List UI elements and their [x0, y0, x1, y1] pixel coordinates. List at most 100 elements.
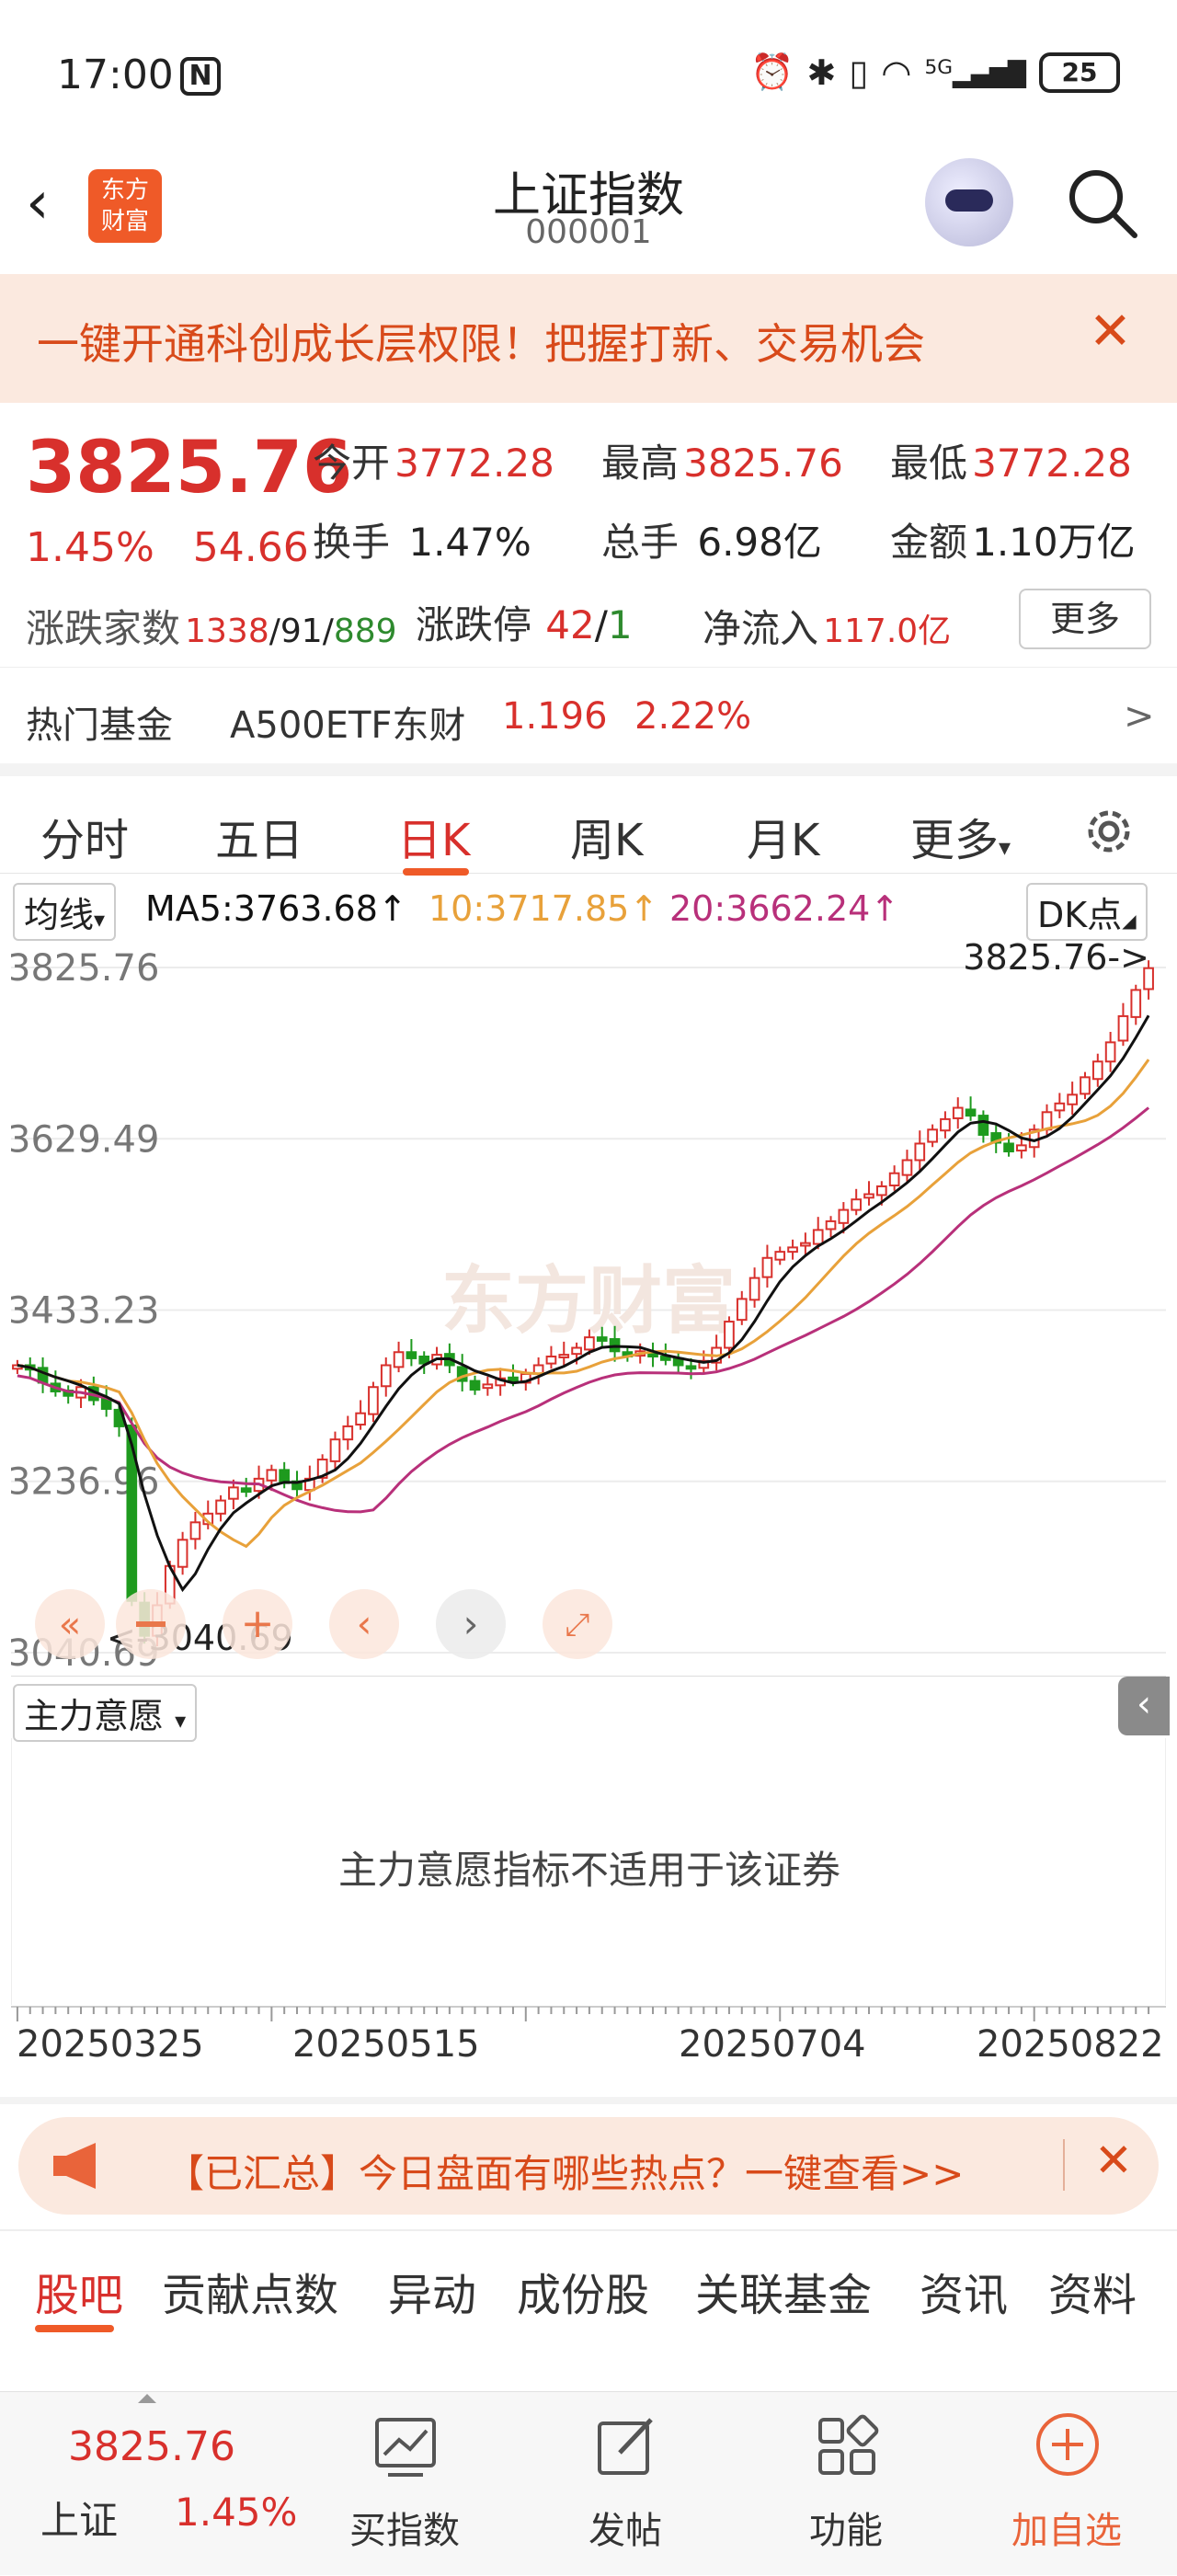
expand-icon: ⤢	[565, 1607, 589, 1643]
limit-label: 涨跌停	[416, 602, 532, 647]
tab-daily-k[interactable]: 日K	[397, 804, 470, 868]
candle	[927, 1128, 938, 1143]
candle	[508, 1376, 519, 1382]
quote-mini[interactable]: 3825.76 上证 1.45%	[37, 2392, 331, 2576]
zoom-out-button[interactable]	[116, 1589, 186, 1659]
tab-monthly-k[interactable]: 月K	[747, 804, 819, 868]
post-button[interactable]: 发帖	[552, 2392, 699, 2576]
mini-pct: 1.45%	[175, 2490, 298, 2535]
candle	[838, 1208, 850, 1224]
indicator-select[interactable]: 主力意愿 ▾	[13, 1684, 198, 1742]
zoom-in-button[interactable]: +	[223, 1589, 292, 1659]
tab-news[interactable]: 资讯	[920, 2259, 1008, 2323]
candle	[1130, 989, 1142, 1018]
y-tick-label: 3433.23	[11, 1289, 159, 1332]
tab-constituents[interactable]: 成份股	[517, 2259, 649, 2323]
tab-profile[interactable]: 资料	[1048, 2259, 1137, 2323]
candle	[406, 1351, 417, 1359]
candle	[1117, 1014, 1129, 1042]
y-tick-label: 3629.49	[11, 1118, 159, 1161]
tab-five-day[interactable]: 五日	[215, 804, 303, 868]
close-icon[interactable]: ✕	[1094, 2134, 1133, 2187]
minus-icon	[136, 1621, 166, 1627]
candle	[558, 1354, 570, 1358]
kline-chart[interactable]: 东方财富 3825.763629.493433.233236.963040.69…	[11, 940, 1166, 1676]
logo-text-bottom: 财富	[100, 208, 149, 235]
buy-index-button[interactable]: 买指数	[331, 2392, 478, 2576]
candle	[355, 1412, 366, 1426]
hot-fund-row[interactable]: 热门基金 A500ETF东财 1.196 2.22% >	[0, 667, 1177, 762]
assistant-robot-icon[interactable]	[925, 158, 1013, 246]
divider	[1063, 2139, 1065, 2191]
fullscreen-button[interactable]: ⤢	[543, 1589, 612, 1659]
candle	[189, 1521, 201, 1540]
down-count: 889	[333, 613, 397, 650]
plus-icon: +	[241, 1600, 275, 1647]
fund-price: 1.196	[502, 695, 608, 738]
caret-down-icon: ▾	[175, 1708, 187, 1734]
low-value: 3772.28	[972, 441, 1132, 486]
buy-index-label: 买指数	[349, 2510, 460, 2552]
low-row: 最低 3772.28	[890, 432, 1132, 488]
candle	[875, 1185, 887, 1196]
date-axis: 20250325 20250515 20250704 20250822	[0, 2005, 1177, 2097]
change-value: 54.66	[192, 524, 309, 571]
megaphone-icon	[53, 2143, 96, 2189]
low-label: 最低	[890, 441, 968, 486]
candle	[240, 1487, 252, 1494]
add-watchlist-button[interactable]: 加自选	[993, 2392, 1140, 2576]
tab-forum[interactable]: 股吧	[35, 2259, 123, 2323]
ma-select-label: 均线	[24, 895, 95, 935]
scroll-right-button[interactable]: ›	[436, 1589, 506, 1659]
tab-related-funds[interactable]: 关联基金	[695, 2259, 872, 2323]
candle	[748, 1277, 760, 1301]
candle	[177, 1539, 189, 1568]
settings-gear-icon[interactable]	[1081, 804, 1137, 859]
hot-topics-promo[interactable]: 【已汇总】今日盘面有哪些热点？一键查看>> ✕	[18, 2117, 1159, 2215]
change-info: 1.45% 54.66	[26, 524, 309, 571]
candle	[1003, 1142, 1014, 1153]
subchart-header: 主力意愿 ▾ ‹	[11, 1676, 1170, 1742]
plus-circle-icon	[1036, 2413, 1099, 2476]
divider	[0, 2097, 1177, 2104]
high-row: 最高 3825.76	[601, 432, 843, 488]
ma20-value: 20:3662.24↑	[669, 888, 900, 929]
status-time: 17:00	[57, 52, 174, 98]
vibrate-icon: ▯	[849, 52, 869, 93]
more-button[interactable]: 更多	[1019, 589, 1151, 649]
tab-contribution[interactable]: 贡献点数	[162, 2259, 338, 2323]
promo-banner[interactable]: 一键开通科创成长层权限！把握打新、交易机会 ✕	[0, 274, 1177, 403]
dk-point-select[interactable]: DK点◢	[1026, 883, 1148, 941]
tab-more[interactable]: 更多▾	[910, 804, 1011, 868]
tab-movement[interactable]: 异动	[388, 2259, 476, 2323]
breadth-row: 涨跌家数 1338/91/889	[26, 606, 397, 651]
rewind-button[interactable]: «	[35, 1589, 105, 1659]
current-price: 3825.76	[26, 427, 353, 509]
tab-weekly-k[interactable]: 周K	[570, 804, 643, 868]
mini-name: 上证	[40, 2498, 119, 2543]
candle	[1080, 1076, 1091, 1095]
app-logo[interactable]: 东方 财富	[88, 169, 162, 243]
grid-apps-icon	[818, 2414, 879, 2475]
mini-price: 3825.76	[68, 2423, 235, 2470]
scroll-left-button[interactable]: ‹	[329, 1589, 399, 1659]
breadth-label: 涨跌家数	[26, 606, 181, 651]
candle	[1091, 1060, 1103, 1081]
close-icon[interactable]: ✕	[1089, 302, 1132, 361]
promo-text: 【已汇总】今日盘面有哪些热点？一键查看>>	[166, 2151, 965, 2196]
volume-row: 总手 6.98亿	[601, 511, 822, 567]
content-tabs: 股吧 贡献点数 异动 成份股 关联基金 资讯 资料	[0, 2229, 1177, 2332]
dk-label: DK点	[1037, 895, 1123, 935]
back-arrow-icon[interactable]: ‹	[26, 169, 50, 237]
limit-down: 1	[607, 602, 633, 647]
collapse-panel-button[interactable]: ‹	[1118, 1677, 1170, 1735]
tab-intraday[interactable]: 分时	[40, 804, 129, 868]
candle	[685, 1365, 697, 1370]
search-icon[interactable]	[1063, 164, 1140, 241]
edit-icon	[598, 2418, 653, 2475]
limit-up: 42	[545, 602, 595, 647]
ma-select[interactable]: 均线▾	[13, 883, 117, 941]
volume-label: 总手	[601, 520, 680, 565]
functions-button[interactable]: 功能	[772, 2392, 920, 2576]
add-watchlist-label: 加自选	[1011, 2510, 1122, 2552]
